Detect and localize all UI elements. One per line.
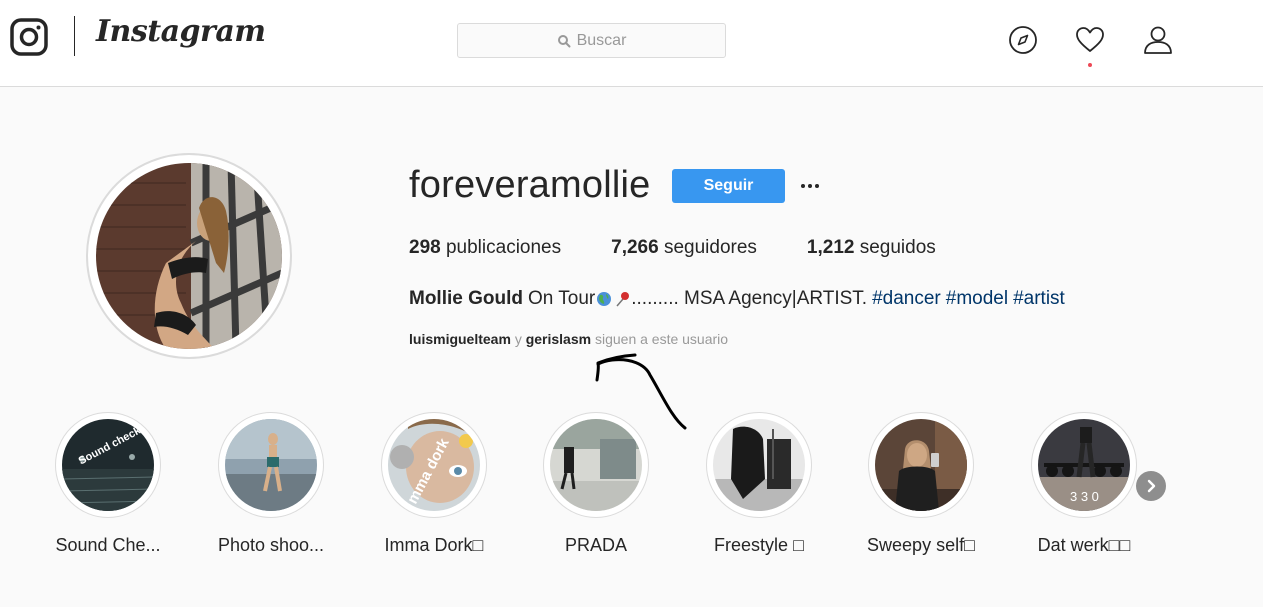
highlight-sound-check[interactable]: Sound check Sound Che... <box>43 412 173 556</box>
highlight-image <box>550 419 642 511</box>
hashtag-model[interactable]: #model <box>946 288 1008 310</box>
heart-icon <box>1076 27 1104 52</box>
highlight-image: Sound check <box>62 419 154 511</box>
highlight-image <box>225 419 317 511</box>
highlight-image <box>875 419 967 511</box>
highlight-ring <box>868 412 974 518</box>
highlight-label: Imma Dork□ <box>384 535 484 555</box>
ellipsis-icon <box>801 184 805 188</box>
pushpin-icon <box>616 292 630 307</box>
more-options-button[interactable] <box>799 176 821 196</box>
ellipsis-dot <box>808 184 812 188</box>
highlight-dat-werk[interactable]: 3 3 0 Dat werk□□ <box>1019 412 1149 556</box>
highlight-label: Dat werk□□ <box>1037 535 1131 555</box>
highlight-prada[interactable]: PRADA <box>531 412 661 556</box>
globe-icon <box>597 292 612 306</box>
followers-stat[interactable]: 7,266 seguidores <box>611 237 757 259</box>
highlight-label: Freestyle □ <box>714 535 804 555</box>
highlight-thumbnail <box>225 419 317 511</box>
highlight-image: mma dork <box>388 419 480 511</box>
follow-button[interactable]: Seguir <box>672 169 785 203</box>
posts-stat: 298 publicaciones <box>409 237 561 259</box>
profile-username: foreveramollie <box>409 164 651 206</box>
profile-bio: Mollie Gould On Tour ......... MSA Agenc… <box>409 288 1065 310</box>
highlight-photo-shoot[interactable]: Photo shoo... <box>206 412 336 556</box>
posts-label: publicaciones <box>445 237 562 258</box>
posts-count: 298 <box>409 237 441 258</box>
bio-full-name: Mollie Gould <box>409 288 523 309</box>
bio-text-agency: ......... MSA Agency|ARTIST. <box>631 288 868 309</box>
highlight-ring: 3 3 0 <box>1031 412 1137 518</box>
highlight-freestyle[interactable]: Freestyle □ <box>694 412 824 556</box>
activity-button[interactable] <box>1074 24 1106 56</box>
compass-icon <box>1009 26 1037 54</box>
person-icon <box>1144 26 1172 54</box>
avatar-photo <box>96 163 282 349</box>
highlight-ring: Sound check <box>55 412 161 518</box>
profile-avatar-ring[interactable] <box>86 153 292 359</box>
profile-stats: 298 publicaciones 7,266 seguidores 1,212… <box>409 237 986 259</box>
highlight-label: Photo shoo... <box>217 535 325 555</box>
highlight-thumbnail: mma dork <box>388 419 480 511</box>
logo-divider <box>74 16 75 56</box>
search-placeholder: Buscar <box>576 31 627 49</box>
instagram-glyph-icon[interactable] <box>10 18 48 56</box>
followed-by-suffix: siguen a este usuario <box>594 331 729 347</box>
followed-by-line: luismiguelteam y gerislasm siguen a este… <box>409 331 728 347</box>
followed-by-account-2[interactable]: gerislasm <box>526 331 591 347</box>
highlight-label: Sound Che... <box>55 535 161 555</box>
followed-by-connector: y <box>514 331 522 347</box>
instagram-wordmark[interactable]: Instagram <box>96 14 266 49</box>
highlight-ring <box>543 412 649 518</box>
highlight-ring <box>706 412 812 518</box>
highlight-sweepy-self[interactable]: Sweepy self□ <box>856 412 986 556</box>
followers-count: 7,266 <box>611 237 659 258</box>
search-icon <box>557 34 571 47</box>
avatar <box>96 163 282 349</box>
highlight-ring <box>218 412 324 518</box>
search-input[interactable]: Buscar <box>457 23 726 58</box>
hashtag-dancer[interactable]: #dancer <box>872 288 941 310</box>
top-navigation-bar: Instagram Buscar <box>0 0 1263 87</box>
highlight-thumbnail <box>875 419 967 511</box>
highlight-thumbnail <box>713 419 805 511</box>
followed-by-account-1[interactable]: luismiguelteam <box>409 331 511 347</box>
bio-text-on-tour: On Tour <box>528 288 596 309</box>
highlight-image <box>713 419 805 511</box>
profile-button[interactable] <box>1142 24 1174 56</box>
following-count: 1,212 <box>806 237 855 258</box>
highlight-overlay-text: 3 3 0 <box>1070 489 1099 504</box>
chevron-right-icon <box>1147 479 1156 493</box>
highlights-next-button[interactable] <box>1136 471 1166 501</box>
notification-dot <box>1088 63 1092 67</box>
highlight-imma-dork[interactable]: mma dork Imma Dork□ <box>369 412 499 556</box>
highlight-image: 3 3 0 <box>1038 419 1130 511</box>
highlight-label: PRADA <box>564 535 627 555</box>
highlight-ring: mma dork <box>381 412 487 518</box>
following-label: seguidos <box>859 237 936 258</box>
highlight-thumbnail: 3 3 0 <box>1038 419 1130 511</box>
following-stat[interactable]: 1,212 seguidos <box>807 237 936 259</box>
ellipsis-dot <box>815 184 819 188</box>
followers-label: seguidores <box>663 237 757 258</box>
story-highlights: Sound check Sound Che... Photo shoo... m… <box>0 412 1263 562</box>
highlight-thumbnail <box>550 419 642 511</box>
highlight-label: Sweepy self□ <box>867 535 975 555</box>
explore-button[interactable] <box>1007 24 1039 56</box>
hashtag-artist[interactable]: #artist <box>1013 288 1065 310</box>
highlight-thumbnail: Sound check <box>62 419 154 511</box>
